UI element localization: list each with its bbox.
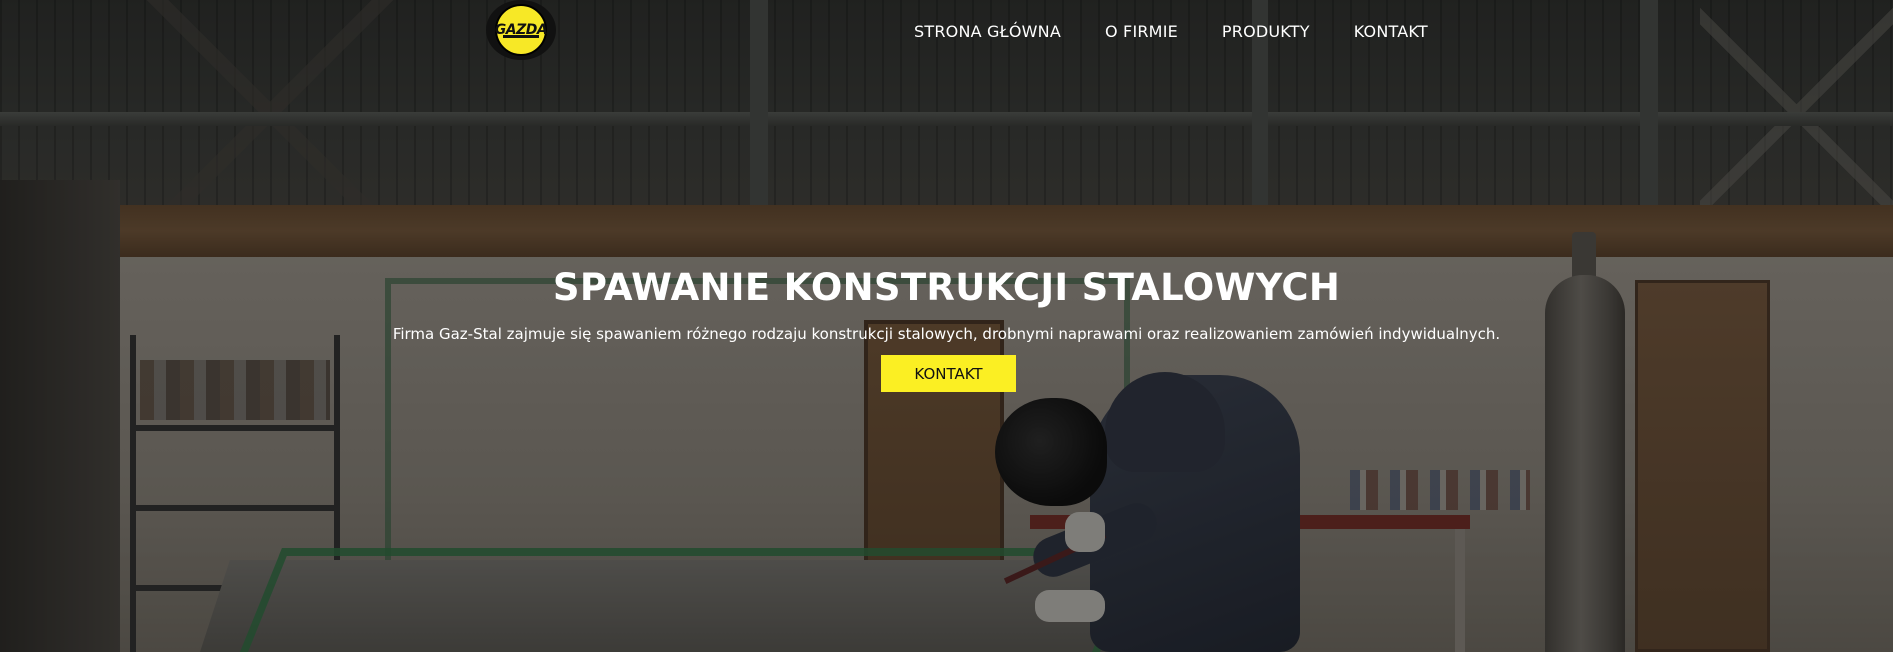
nav-item-products[interactable]: PRODUKTY [1222,22,1310,41]
main-nav: STRONA GŁÓWNA O FIRMIE PRODUKTY KONTAKT [914,20,1428,42]
nav-item-home[interactable]: STRONA GŁÓWNA [914,22,1061,41]
hero-subtitle: Firma Gaz-Stal zajmuje się spawaniem róż… [392,325,1501,343]
nav-item-contact[interactable]: KONTAKT [1354,22,1428,41]
nav-item-about[interactable]: O FIRMIE [1105,22,1178,41]
hero-section: GAZDA STRONA GŁÓWNA O FIRMIE PRODUKTY KO… [0,0,1893,652]
logo-badge: GAZDA [495,4,548,56]
contact-button[interactable]: KONTAKT [881,355,1016,392]
logo[interactable]: GAZDA [486,0,556,60]
hero-title: SPAWANIE KONSTRUKCJI STALOWYCH [552,266,1341,309]
logo-underline [503,35,539,38]
